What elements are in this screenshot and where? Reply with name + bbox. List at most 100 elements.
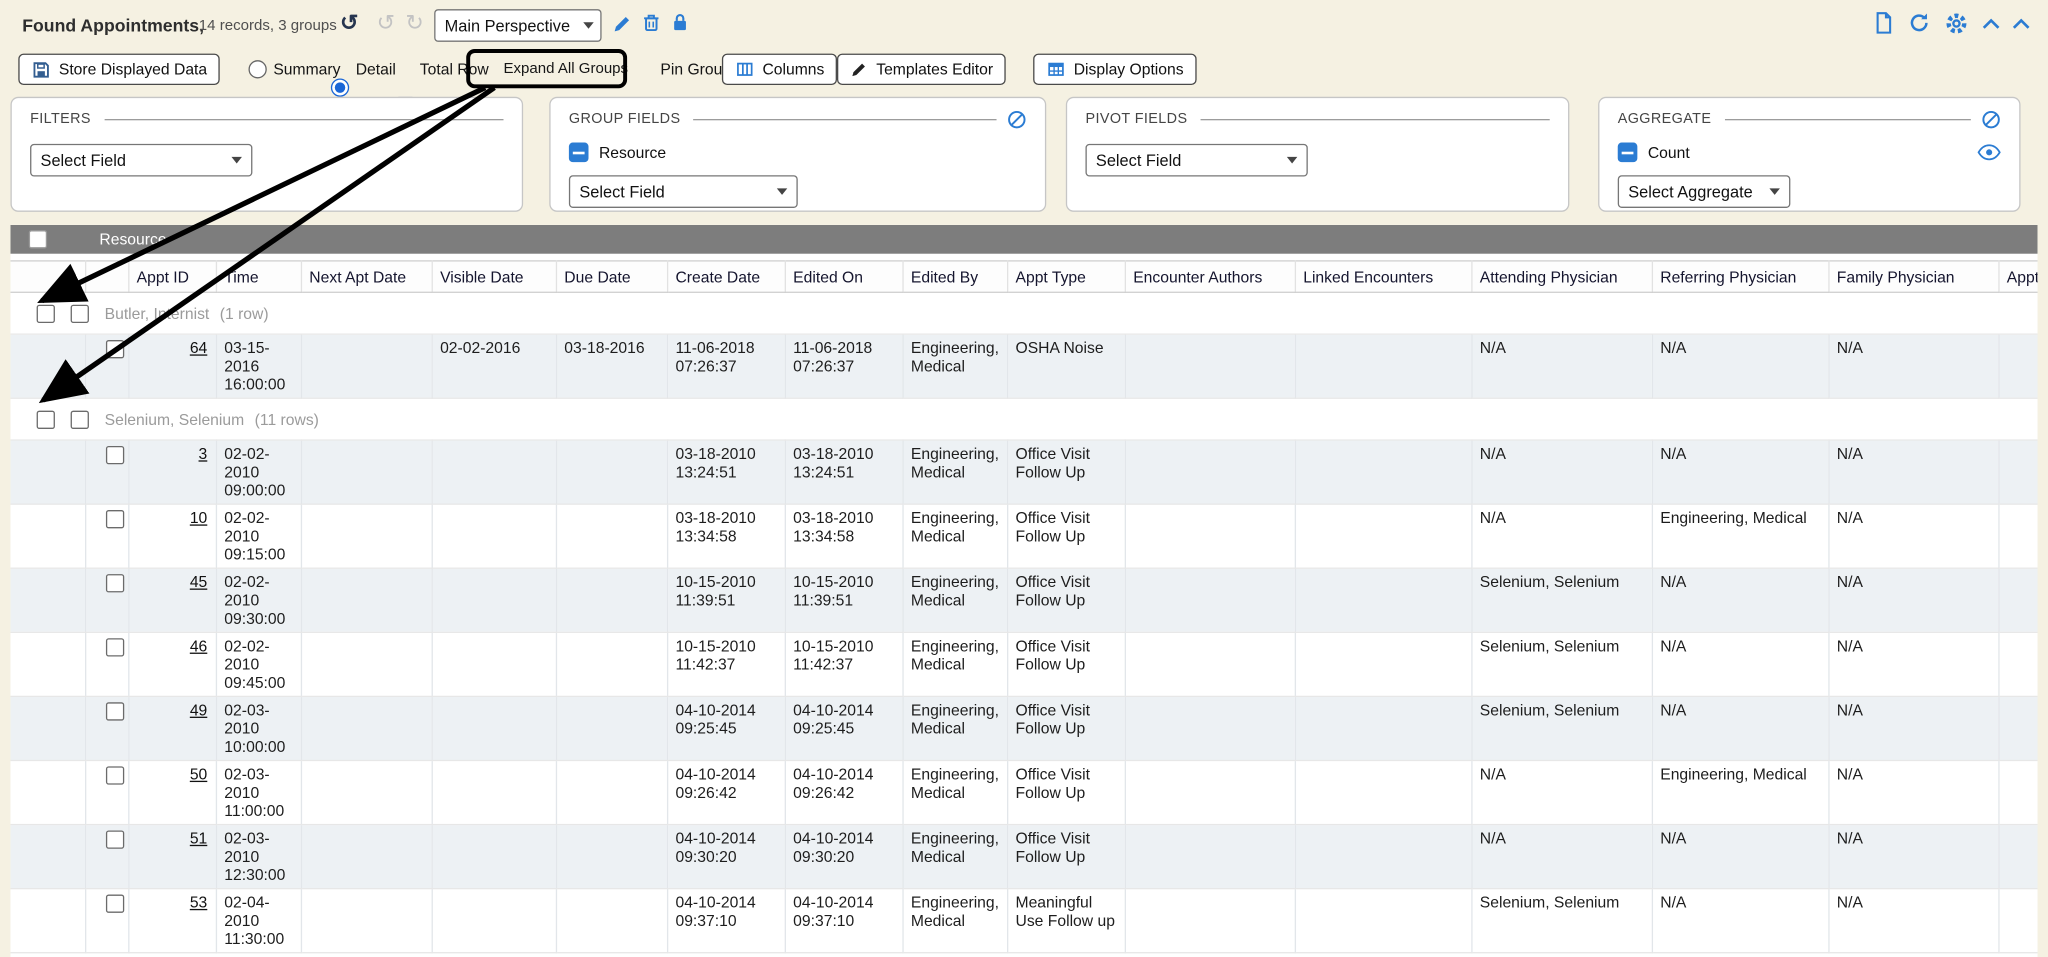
group-expand-checkbox[interactable] [37, 410, 55, 428]
table-cell: 03-18-2010 13:24:51 [667, 440, 785, 504]
table-cell: N/A [1652, 825, 1829, 889]
data-row: 5102-03-2010 12:30:0004-10-2014 09:30:20… [10, 825, 2037, 889]
undo-icon[interactable]: ↺ [340, 12, 359, 34]
row-checkbox[interactable] [105, 702, 123, 720]
delete-perspective-icon[interactable] [641, 12, 662, 39]
table-cell: Selenium, Selenium [1471, 568, 1651, 632]
aggregate-panel: AGGREGATE Count Select Aggregate [1598, 97, 2020, 212]
templates-editor-button[interactable]: Templates Editor [837, 54, 1006, 85]
appt-id-link[interactable]: 50 [190, 765, 207, 783]
table-cell [432, 889, 556, 953]
perspective-select[interactable]: Main Perspective [434, 9, 601, 42]
filters-field-select[interactable]: Select Field [30, 144, 252, 177]
data-row: 4502-02-2010 09:30:0010-15-2010 11:39:51… [10, 568, 2037, 632]
row-checkbox[interactable] [105, 574, 123, 592]
table-cell [1125, 696, 1295, 760]
table-cell: 04-10-2014 09:37:10 [667, 889, 785, 953]
group-field-select[interactable]: Select Field [569, 175, 798, 208]
collapse-up-icon[interactable] [1981, 14, 2001, 38]
refresh-icon[interactable] [1908, 12, 1930, 41]
appt-id-link[interactable]: 53 [190, 893, 207, 911]
history-forward-icon[interactable]: ↻ [405, 12, 424, 34]
appt-id-link[interactable]: 64 [190, 339, 207, 357]
summary-radio[interactable] [248, 60, 266, 78]
table-cell [301, 632, 432, 696]
remove-field-icon[interactable] [569, 143, 589, 163]
pencil-icon [850, 60, 868, 78]
column-header[interactable]: Create Date [667, 261, 785, 292]
appt-id-link[interactable]: 51 [190, 829, 207, 847]
table-cell: OSHA Noise [1007, 334, 1125, 398]
cell-spacer [10, 889, 85, 953]
eye-icon[interactable] [1977, 144, 2001, 161]
table-cell [301, 568, 432, 632]
appt-id-link[interactable]: 49 [190, 701, 207, 719]
appt-id-link[interactable]: 10 [190, 509, 207, 527]
row-checkbox[interactable] [105, 510, 123, 528]
collapse-all-up-icon[interactable] [2011, 14, 2031, 38]
group-expand-checkbox[interactable] [37, 304, 55, 322]
row-checkbox[interactable] [105, 895, 123, 913]
history-back-icon[interactable]: ↺ [377, 12, 396, 34]
column-header[interactable]: Family Physician [1828, 261, 1998, 292]
table-cell: 03-18-2016 [556, 334, 667, 398]
table-cell: Office Visit Follow Up [1007, 825, 1125, 889]
gear-icon[interactable] [1945, 12, 1969, 42]
appt-id-link[interactable]: 46 [190, 637, 207, 655]
lock-icon[interactable] [670, 12, 691, 39]
display-options-button[interactable]: Display Options [1033, 54, 1197, 85]
columns-button-label: Columns [762, 60, 824, 78]
edit-perspective-icon[interactable] [612, 13, 633, 40]
data-row: 1002-02-2010 09:15:0003-18-2010 13:34:58… [10, 504, 2037, 568]
record-count: 14 records, 3 groups [199, 18, 337, 34]
table-cell: Engineering, Medical [902, 696, 1007, 760]
table-cell [1125, 760, 1295, 824]
column-header[interactable]: Edited On [785, 261, 903, 292]
table-cell [556, 889, 667, 953]
clear-aggregate-icon[interactable] [1981, 109, 2001, 129]
pivot-field-select[interactable]: Select Field [1085, 144, 1307, 177]
aggregate-select[interactable]: Select Aggregate [1618, 175, 1791, 208]
clear-group-fields-icon[interactable] [1007, 109, 1027, 129]
column-header[interactable]: Appt ID [128, 261, 216, 292]
row-checkbox[interactable] [105, 446, 123, 464]
column-header[interactable]: Referring Physician [1652, 261, 1829, 292]
columns-button[interactable]: Columns [722, 54, 838, 85]
row-checkbox[interactable] [105, 340, 123, 358]
row-checkbox[interactable] [105, 830, 123, 848]
column-header[interactable]: Appt Re [1998, 261, 2037, 292]
table-cell: N/A [1652, 568, 1829, 632]
column-header[interactable]: Attending Physician [1471, 261, 1651, 292]
row-checkbox[interactable] [105, 766, 123, 784]
table-cell: N/A [1471, 504, 1651, 568]
appt-id-link[interactable]: 45 [190, 573, 207, 591]
table-cell [1295, 568, 1472, 632]
column-header[interactable]: Appt Type [1007, 261, 1125, 292]
appt-id-link[interactable]: 3 [199, 445, 208, 463]
document-icon[interactable] [1873, 12, 1895, 41]
remove-aggregate-icon[interactable] [1618, 143, 1638, 163]
column-header[interactable]: Edited By [902, 261, 1007, 292]
summary-label: Summary [273, 60, 340, 78]
group-count: (1 row) [220, 304, 269, 322]
group-field-chip: Resource [569, 143, 1027, 163]
table-cell: N/A [1652, 696, 1829, 760]
store-displayed-data-button[interactable]: Store Displayed Data [18, 54, 220, 85]
row-checkbox[interactable] [105, 638, 123, 656]
group-select-checkbox[interactable] [71, 304, 89, 322]
column-header[interactable]: Visible Date [432, 261, 556, 292]
group-select-checkbox[interactable] [71, 410, 89, 428]
column-header[interactable]: Time [216, 261, 301, 292]
aggregate-title: AGGREGATE [1618, 111, 1712, 127]
table-cell [1295, 632, 1472, 696]
table-cell: 02-02-2010 09:30:00 [216, 568, 301, 632]
table-cell: Selenium, Selenium [1471, 696, 1651, 760]
column-header[interactable]: Encounter Authors [1125, 261, 1295, 292]
column-header[interactable]: Linked Encounters [1295, 261, 1472, 292]
column-header[interactable]: Next Apt Date [301, 261, 432, 292]
table-cell [432, 825, 556, 889]
select-all-checkbox[interactable] [29, 230, 47, 248]
table-cell: 04-10-2014 09:30:20 [667, 825, 785, 889]
column-header[interactable]: Due Date [556, 261, 667, 292]
detail-radio[interactable] [331, 78, 349, 96]
